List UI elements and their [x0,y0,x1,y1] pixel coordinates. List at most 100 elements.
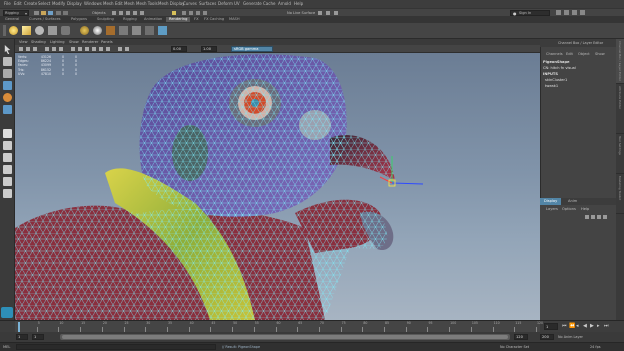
scale-value-field[interactable] [201,46,217,52]
textured-icon[interactable] [92,47,96,51]
point-light-icon[interactable] [9,26,18,35]
command-input[interactable] [16,344,216,350]
side-tab-modeling-toolkit[interactable]: Modeling Toolkit [616,174,624,214]
step-back-key-icon[interactable]: ⏪ [569,323,575,330]
new-layer-icon[interactable] [597,215,601,219]
layout-a-icon[interactable] [3,153,12,162]
menu-create[interactable]: Create [24,1,37,7]
menu-deform[interactable]: Deform [218,1,233,7]
attribute-toggle-icon[interactable] [564,10,569,15]
menu-uv[interactable]: UV [234,1,240,7]
shelf-tab-general[interactable]: General [2,17,22,22]
paint-select-icon[interactable] [3,69,12,78]
menu-select[interactable]: Select [38,1,50,7]
layer-menu-options[interactable]: Options [562,206,576,212]
ipr-render-icon[interactable] [189,11,193,15]
move-tool-icon[interactable] [3,81,12,90]
move-layer-up-icon[interactable] [585,215,589,219]
hypershade-shelf-icon[interactable] [158,26,167,35]
shelf-menu-icon[interactable] [3,25,6,36]
film-gate-icon[interactable] [52,47,56,51]
step-back-icon[interactable]: ◂ [576,323,579,330]
go-to-start-icon[interactable]: ⏮ [562,323,567,330]
viewport[interactable] [15,53,540,320]
anim-layer-selector[interactable]: No Anim Layer [558,334,583,340]
menu-mesh[interactable]: Mesh [103,1,114,7]
step-forward-icon[interactable]: ▸ [597,323,600,330]
menu-modify[interactable]: Modify [52,1,65,7]
shelf-tab-sculpting[interactable]: Sculpting [94,17,117,22]
menu-display[interactable]: Display [67,1,82,7]
single-view-icon[interactable] [3,129,12,138]
camera-attr-icon[interactable] [26,47,30,51]
grid-icon[interactable] [45,47,49,51]
menu-file[interactable]: File [4,1,11,7]
symmetry-icon[interactable] [318,11,322,15]
start-frame-field[interactable] [16,334,28,340]
menu-surfaces[interactable]: Surfaces [199,1,216,7]
history-icon[interactable] [172,11,176,15]
end-frame-field[interactable] [540,334,554,340]
shelf-tab-polygons[interactable]: Polygons [68,17,90,22]
hypershade-icon[interactable] [203,11,207,15]
snap-surface-icon[interactable] [140,11,144,15]
wireframe-icon[interactable] [334,11,338,15]
select-tool-icon[interactable] [4,45,11,54]
wireframe-shading-icon[interactable] [71,47,75,51]
shelf-tab-curves-surfaces[interactable]: Curves / Surfaces [26,17,64,22]
undo-icon[interactable] [56,11,61,15]
new-scene-icon[interactable] [34,11,39,15]
shelf-tab-fx-caching[interactable]: FX Caching [201,17,227,22]
channel-box-menu-object[interactable]: Object [578,52,590,56]
area-light-icon[interactable] [48,26,57,35]
camera-value-field[interactable] [171,46,187,52]
time-slider[interactable]: 5 10 15 20 25 30 35 40 45 50 55 60 65 70 75 80 85 90 95 100… [0,320,624,333]
inner-end-field[interactable] [514,334,528,340]
open-scene-icon[interactable] [41,11,46,15]
xray-icon[interactable] [326,11,330,15]
save-scene-icon[interactable] [48,11,53,15]
menu-generate[interactable]: Generate [243,1,262,7]
snap-view-icon[interactable] [133,11,137,15]
new-layer-selected-icon[interactable] [603,215,607,219]
tab-anim[interactable]: Anim [565,198,580,205]
shelf-tab-fx[interactable]: FX [191,17,202,22]
layout-b-icon[interactable] [3,165,12,174]
menu-help[interactable]: Help [294,1,303,7]
menu-curves[interactable]: Curves [183,1,197,7]
tab-display[interactable]: Display [540,198,562,205]
menu-cache[interactable]: Cache [263,1,275,7]
camera-icon[interactable] [61,26,70,35]
directional-light-icon[interactable] [22,26,31,35]
blinn-icon[interactable] [93,26,102,35]
layer-menu-help[interactable]: Help [581,206,589,212]
camera-select-icon[interactable] [19,47,23,51]
texture-icon[interactable] [106,26,115,35]
layer-menu-layers[interactable]: Layers [546,206,558,212]
rotate-tool-icon[interactable] [3,93,12,102]
range-handle[interactable] [62,335,508,339]
tool-settings-toggle-icon[interactable] [572,10,577,15]
side-tab-attribute-editor[interactable]: Attribute Editor [616,84,624,134]
batch-render-icon[interactable] [145,26,154,35]
shelf-tab-rendering[interactable]: Rendering [166,17,191,22]
render-icon[interactable] [182,11,186,15]
isolate-select-icon[interactable] [125,47,129,51]
current-frame-field[interactable] [544,323,558,330]
render-settings-icon[interactable] [196,11,200,15]
bookmark-icon[interactable] [33,47,37,51]
menu-mesh-display[interactable]: Mesh Display [158,1,185,7]
shelf-tab-rigging[interactable]: Rigging [120,17,140,22]
resolution-gate-icon[interactable] [59,47,63,51]
material-sphere-icon[interactable] [80,26,89,35]
xray-view-icon[interactable] [118,47,122,51]
smooth-shading-icon[interactable] [78,47,82,51]
character-set-selector[interactable]: No Character Set [500,344,529,350]
menu-windows[interactable]: Windows [84,1,102,7]
input-node[interactable]: tweak1 [543,83,576,89]
wireframe-on-shaded-icon[interactable] [85,47,89,51]
lasso-tool-icon[interactable] [3,57,12,66]
move-layer-down-icon[interactable] [591,215,595,219]
snap-curve-icon[interactable] [119,11,123,15]
play-forward-icon[interactable]: ▶ [590,323,594,330]
